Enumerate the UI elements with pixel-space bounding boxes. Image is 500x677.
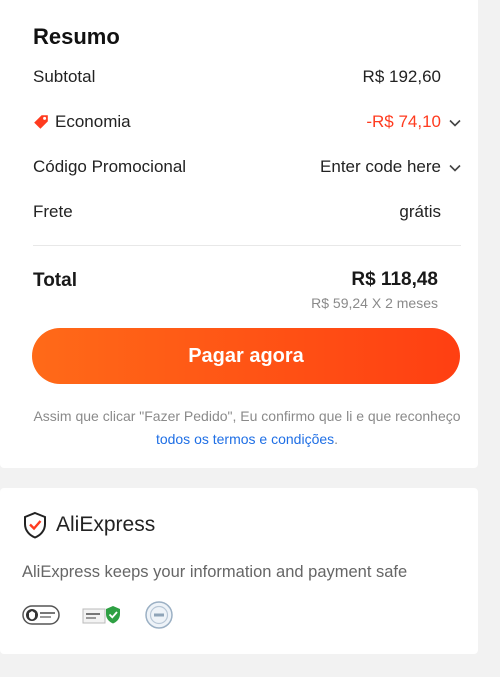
summary-title: Resumo (33, 24, 120, 49)
brand-name: AliExpress (56, 513, 156, 536)
security-badge-icon (22, 605, 60, 625)
shipping-label: Frete (33, 202, 73, 221)
economia-label: Economia (55, 112, 131, 131)
divider (33, 245, 461, 246)
ssl-badge-icon (82, 606, 120, 624)
total-label: Total (33, 270, 77, 291)
economia-row[interactable]: Economia -R$ 74,10 (33, 112, 463, 136)
pay-now-button[interactable]: Pagar agora (32, 328, 460, 384)
chevron-down-icon[interactable] (447, 160, 463, 176)
brand: AliExpress (22, 511, 155, 539)
terms-text: Assim que clicar "Fazer Pedido", Eu conf… (33, 408, 461, 447)
promo-code-input[interactable]: Enter code here (320, 157, 441, 177)
subtotal-value: R$ 192,60 (362, 67, 441, 86)
pci-badge-icon (145, 601, 173, 629)
shield-check-icon (24, 511, 46, 539)
order-summary-card: Resumo Subtotal R$ 192,60 Economia -R$ 7… (0, 0, 478, 468)
terms-link[interactable]: todos os termos e condições (156, 431, 334, 447)
promo-code-label: Código Promocional (33, 157, 187, 176)
security-badges (22, 600, 174, 630)
shipping-value: grátis (399, 202, 441, 221)
total-value: R$ 118,48 (351, 269, 438, 290)
promo-code-row[interactable]: Código Promocional Enter code here (33, 157, 463, 181)
subtotal-label: Subtotal (33, 67, 96, 86)
security-message: AliExpress keeps your information and pa… (22, 563, 408, 581)
installments-text: R$ 59,24 X 2 meses (311, 295, 438, 311)
economia-value: -R$ 74,10 (366, 112, 441, 131)
chevron-down-icon[interactable] (447, 115, 463, 131)
tag-icon (34, 115, 48, 129)
shipping-row: Frete grátis (33, 202, 463, 226)
subtotal-row: Subtotal R$ 192,60 (33, 67, 463, 91)
